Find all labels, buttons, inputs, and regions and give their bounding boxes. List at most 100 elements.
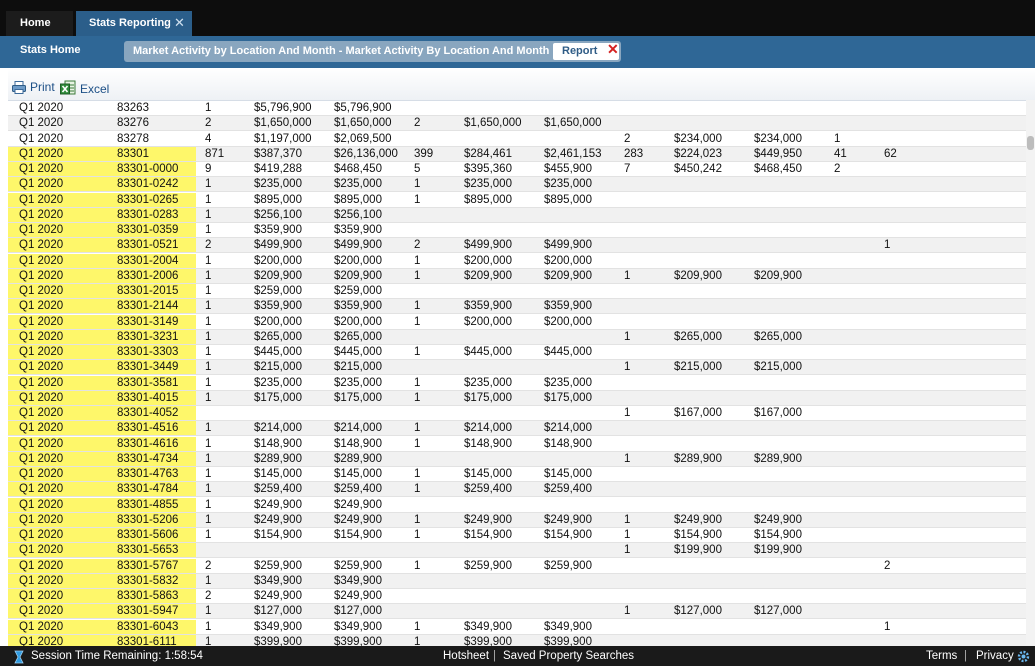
table-row[interactable]: Q1 2020 83301-4784 1 $259,400 $259,400 1 $259,… <box>8 482 1035 498</box>
location-cell: 83301-5947 <box>104 604 196 619</box>
value-cell: $895,000 <box>254 193 302 206</box>
period-cell: Q1 2020 <box>8 299 104 314</box>
terms-link[interactable]: Terms <box>926 650 957 662</box>
table-row[interactable]: Q1 2020 83301-2144 1 $359,900 $359,900 1 $359,… <box>8 299 1035 315</box>
value-cell: 1 <box>414 254 421 267</box>
value-cell: $289,900 <box>334 452 382 465</box>
value-cell: 1 <box>205 346 212 358</box>
table-row[interactable]: Q1 2020 83301-6043 1 $349,900 $349,900 1 $349,… <box>8 619 1035 635</box>
value-cell: 2 <box>884 559 891 572</box>
table-row[interactable]: Q1 2020 83301 871 $387,370 $26,136,000 399 $28… <box>8 146 1035 162</box>
value-cell: $499,900 <box>544 239 592 252</box>
value-cell: $148,900 <box>254 437 302 450</box>
vertical-scrollbar[interactable] <box>1026 100 1035 645</box>
value-cell: $445,000 <box>464 346 512 358</box>
value-cell: 1 <box>414 346 421 358</box>
period-cell: Q1 2020 <box>8 253 104 268</box>
table-row[interactable]: Q1 2020 83278 4 $1,197,000 $2,069,500 2 $234,0… <box>8 132 1035 147</box>
value-cell: 2 <box>624 132 631 145</box>
table-row[interactable]: Q1 2020 83301-5832 1 $349,900 $349,900 <box>8 573 1035 589</box>
table-row[interactable]: Q1 2020 83301-4516 1 $214,000 $214,000 1 $214,… <box>8 421 1035 437</box>
report-panel: Print Excel Q1 2020 83263 1 $5,796,900 $5,79… <box>8 68 1035 646</box>
location-cell: 83301-3149 <box>104 314 196 329</box>
table-row[interactable]: Q1 2020 83301-0359 1 $359,900 $359,900 <box>8 223 1035 238</box>
value-cell: 1 <box>205 285 212 297</box>
tab-home[interactable]: Home <box>6 11 73 36</box>
table-row[interactable]: Q1 2020 83276 2 $1,650,000 $1,650,000 2 $1,650… <box>8 116 1035 132</box>
value-cell: 2 <box>205 590 212 602</box>
value-cell: $154,900 <box>464 529 512 541</box>
scrollbar-thumb[interactable] <box>1027 136 1034 150</box>
close-icon[interactable]: ✕ <box>607 41 619 58</box>
period-cell: Q1 2020 <box>8 390 104 405</box>
hotsheet-link[interactable]: Hotsheet <box>443 650 489 662</box>
tab-report-label: Report <box>562 45 598 57</box>
table-row[interactable]: Q1 2020 83301-0000 9 $419,288 $468,450 5 $395,… <box>8 162 1035 177</box>
value-cell: $419,288 <box>254 163 302 175</box>
table-row[interactable]: Q1 2020 83301-4855 1 $249,900 $249,900 <box>8 497 1035 513</box>
table-row[interactable]: Q1 2020 83301-0283 1 $256,100 $256,100 <box>8 207 1035 223</box>
period-cell: Q1 2020 <box>8 238 104 253</box>
period-cell: Q1 2020 <box>8 421 104 436</box>
value-cell: $200,000 <box>544 254 592 267</box>
saved-property-searches-link[interactable]: Saved Property Searches <box>503 650 634 662</box>
table-row[interactable]: Q1 2020 83301-5767 2 $259,900 $259,900 1 $259,… <box>8 558 1035 574</box>
value-cell: $5,796,900 <box>254 102 312 114</box>
table-row[interactable]: Q1 2020 83301-3303 1 $445,000 $445,000 1 $445,… <box>8 345 1035 360</box>
table-row[interactable]: Q1 2020 83301-0521 2 $499,900 $499,900 2 $499,… <box>8 238 1035 254</box>
table-row[interactable]: Q1 2020 83301-2015 1 $259,000 $259,000 <box>8 284 1035 299</box>
location-cell: 83301-3231 <box>104 329 196 344</box>
privacy-link[interactable]: Privacy <box>976 650 1014 662</box>
value-cell: 1 <box>205 468 212 480</box>
table-row[interactable]: Q1 2020 83301-4734 1 $289,900 $289,900 1 $289,… <box>8 451 1035 467</box>
table-row[interactable]: Q1 2020 83301-4015 1 $175,000 $175,000 1 $175,… <box>8 390 1035 406</box>
table-row[interactable]: Q1 2020 83301-0242 1 $235,000 $235,000 1 $235,… <box>8 177 1035 193</box>
close-icon[interactable]: ✕ <box>174 10 185 35</box>
footer-bar: Session Time Remaining: 1:58:54 Hotsheet… <box>0 646 1035 666</box>
value-cell: $235,000 <box>334 178 382 191</box>
value-cell: $259,900 <box>334 559 382 572</box>
table-row[interactable]: Q1 2020 83301-2004 1 $200,000 $200,000 1 $200,… <box>8 253 1035 269</box>
value-cell: $249,900 <box>464 513 512 526</box>
table-row[interactable]: Q1 2020 83301-4052 1 $167,000 $167,000 <box>8 406 1035 421</box>
excel-button[interactable]: Excel <box>60 80 109 96</box>
value-cell: 1 <box>414 422 421 435</box>
value-cell: $167,000 <box>754 407 802 419</box>
value-cell: 1 <box>205 315 212 328</box>
breadcrumb-title[interactable]: Market Activity by Location And Month - … <box>133 45 549 57</box>
table-row[interactable]: Q1 2020 83301-4763 1 $145,000 $145,000 1 $145,… <box>8 467 1035 482</box>
stats-home-link[interactable]: Stats Home <box>20 44 81 56</box>
table-row[interactable]: Q1 2020 83301-3231 1 $265,000 $265,000 1 $265,… <box>8 329 1035 345</box>
table-row[interactable]: Q1 2020 83301-5206 1 $249,900 $249,900 1 $249,… <box>8 512 1035 528</box>
table-row[interactable]: Q1 2020 83301-0265 1 $895,000 $895,000 1 $895,… <box>8 192 1035 208</box>
table-row[interactable]: Q1 2020 83301-5947 1 $127,000 $127,000 1 $127,… <box>8 604 1035 620</box>
table-row[interactable]: Q1 2020 83301-3149 1 $200,000 $200,000 1 $200,… <box>8 314 1035 330</box>
tab-stats-reporting[interactable]: Stats Reporting ✕ <box>76 11 192 36</box>
value-cell: $259,000 <box>254 285 302 297</box>
table-row[interactable]: Q1 2020 83301-5606 1 $154,900 $154,900 1 $154,… <box>8 528 1035 543</box>
value-cell: $349,900 <box>464 620 512 633</box>
table-row[interactable]: Q1 2020 83301-5863 2 $249,900 $249,900 <box>8 589 1035 604</box>
value-cell: 1 <box>884 620 891 633</box>
period-cell: Q1 2020 <box>8 573 104 588</box>
value-cell: $249,900 <box>334 513 382 526</box>
value-cell: $468,450 <box>754 163 802 175</box>
value-cell: $445,000 <box>334 346 382 358</box>
session-icon <box>13 650 25 667</box>
value-cell: $199,900 <box>674 544 722 557</box>
table-row[interactable]: Q1 2020 83263 1 $5,796,900 $5,796,900 <box>8 101 1035 116</box>
value-cell: $154,900 <box>754 529 802 541</box>
period-cell: Q1 2020 <box>8 192 104 207</box>
gear-icon[interactable] <box>1017 650 1030 666</box>
table-row[interactable]: Q1 2020 83301-3581 1 $235,000 $235,000 1 $235,… <box>8 375 1035 391</box>
print-button[interactable]: Print <box>12 80 55 96</box>
table-row[interactable]: Q1 2020 83301-4616 1 $148,900 $148,900 1 $148,… <box>8 436 1035 452</box>
tab-report[interactable]: Report ✕ <box>553 41 619 60</box>
value-cell: $259,900 <box>544 559 592 572</box>
table-row[interactable]: Q1 2020 83301-5653 1 $199,900 $199,900 <box>8 543 1035 559</box>
value-cell: 2 <box>414 239 421 252</box>
table-row[interactable]: Q1 2020 83301-6111 1 $399,900 $399,900 1 $399,… <box>8 634 1035 646</box>
table-row[interactable]: Q1 2020 83301-2006 1 $209,900 $209,900 1 $209,… <box>8 268 1035 284</box>
table-row[interactable]: Q1 2020 83301-3449 1 $215,000 $215,000 1 $215,… <box>8 360 1035 376</box>
value-cell: $200,000 <box>254 315 302 328</box>
